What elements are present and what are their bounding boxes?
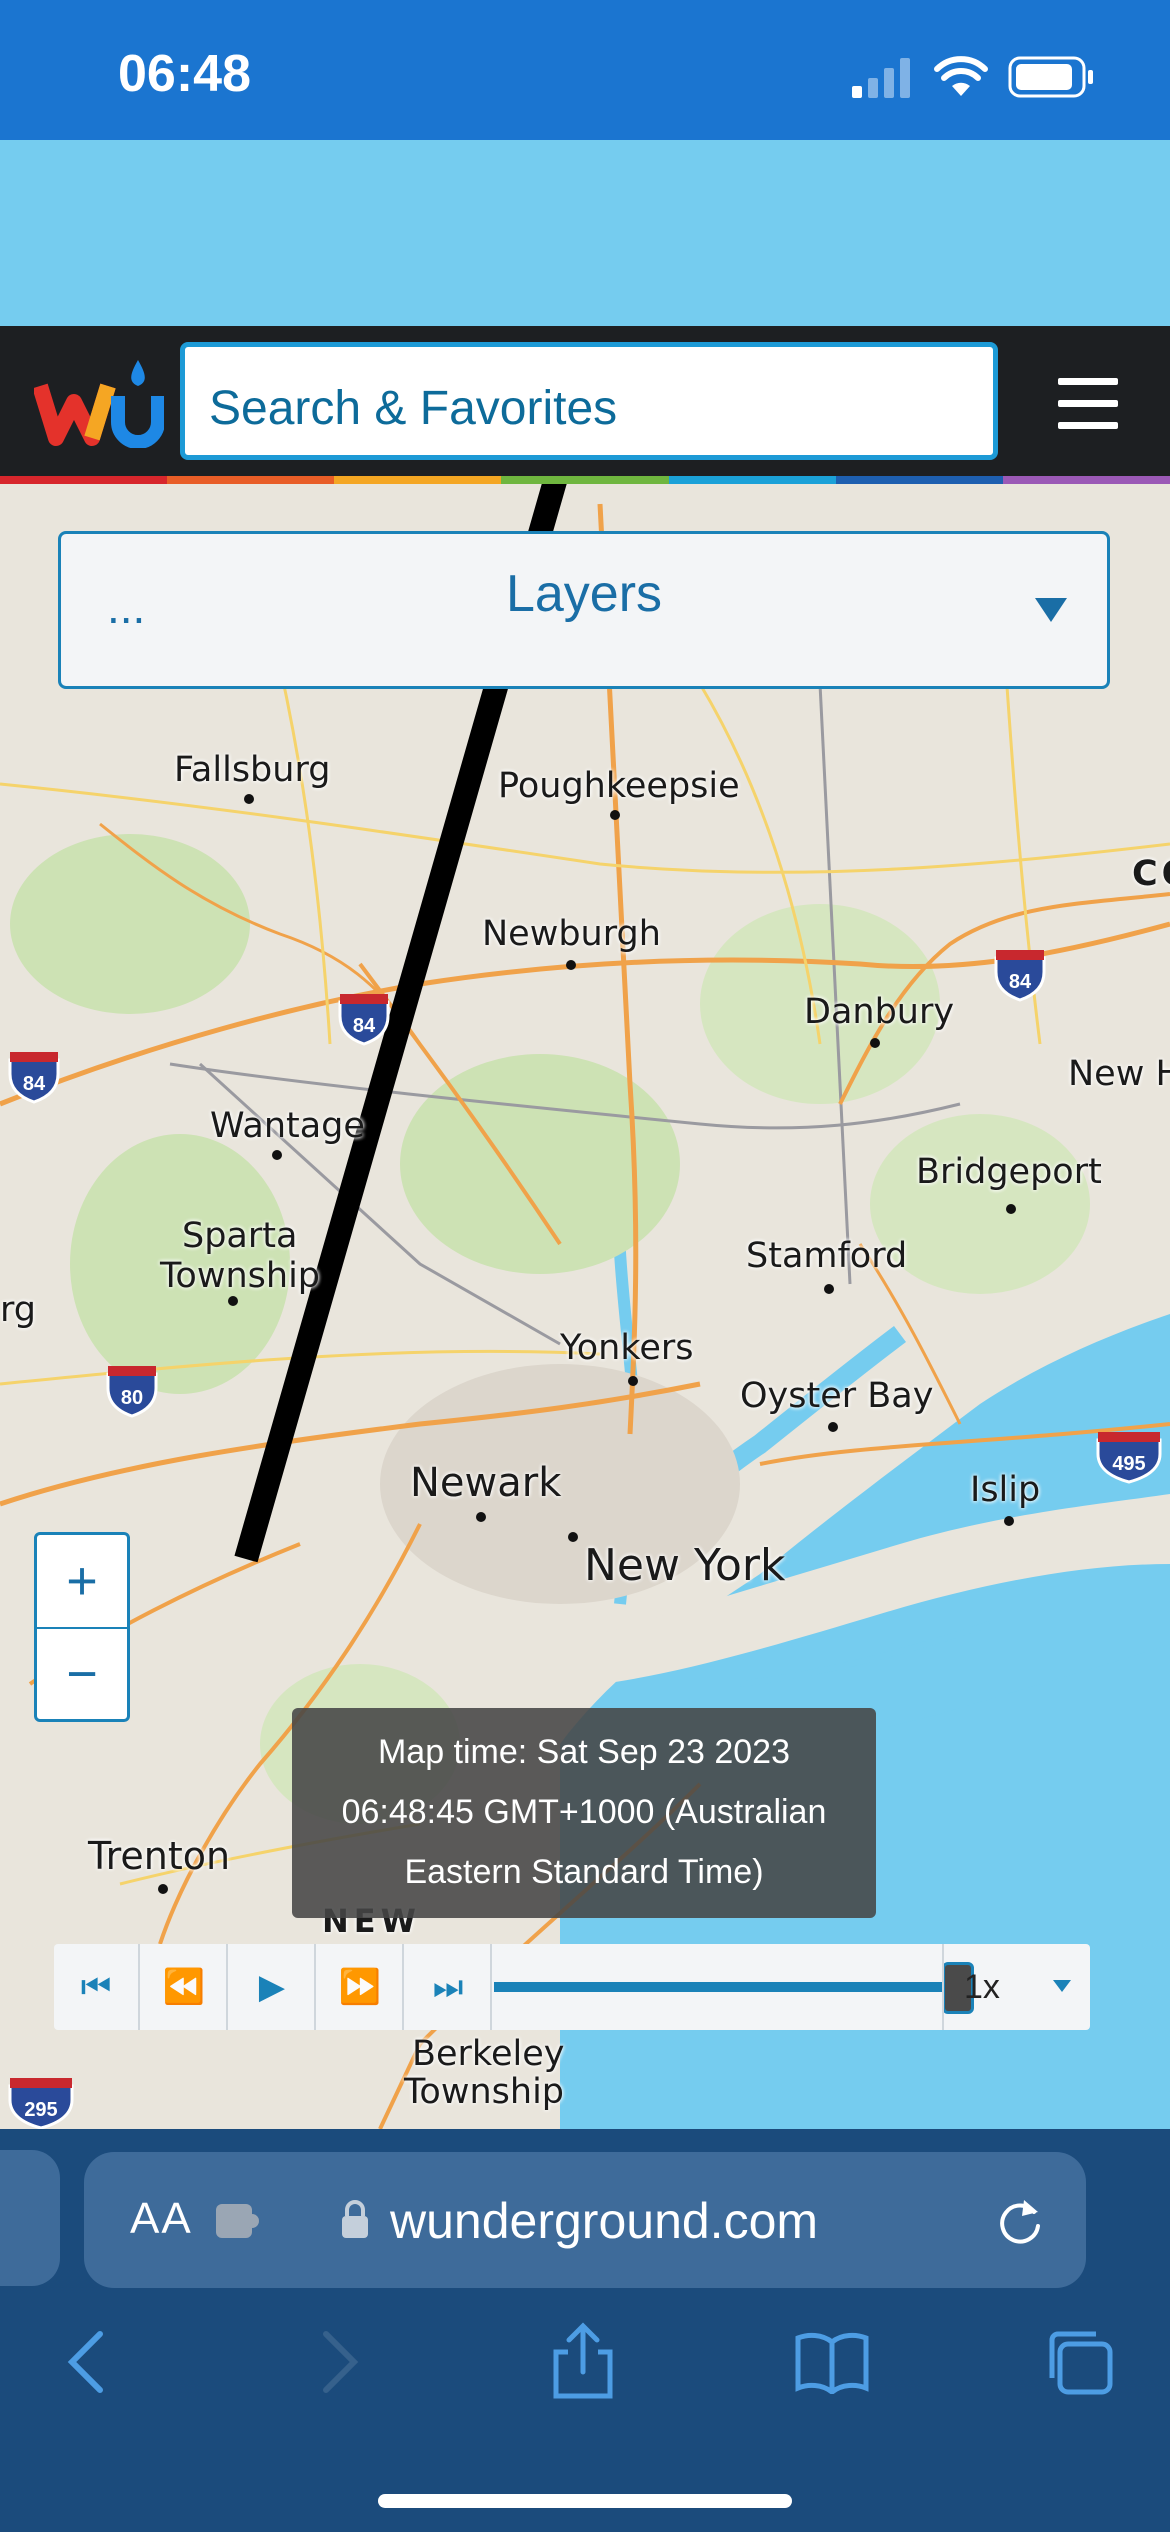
- place-label-danbury: Danbury: [804, 992, 955, 1032]
- interstate-84-shield: 84: [8, 1052, 60, 1104]
- extension-icon[interactable]: [214, 2198, 260, 2240]
- place-label-stamford: Stamford: [746, 1236, 908, 1276]
- hamburger-menu-icon[interactable]: [1058, 378, 1118, 430]
- home-indicator: [378, 2494, 792, 2508]
- step-back-button[interactable]: ⏪: [142, 1944, 228, 2030]
- shield-label: 295: [24, 2099, 57, 2121]
- skip-to-start-button[interactable]: ⏮: [54, 1944, 140, 2030]
- city-dot: [870, 1038, 880, 1048]
- timeline-fill: [494, 1982, 974, 1992]
- place-label-wantage: Wantage: [210, 1106, 365, 1146]
- rewind-icon: ⏪: [162, 1968, 206, 2006]
- city-dot: [824, 1284, 834, 1294]
- chevron-down-icon: [1053, 1980, 1071, 1992]
- speed-value: 1x: [964, 1968, 1000, 2006]
- shield-label: 84: [1009, 971, 1032, 993]
- timeline-slider[interactable]: [494, 1944, 994, 2030]
- place-label-trenton: Trenton: [88, 1834, 231, 1878]
- city-dot: [566, 960, 576, 970]
- interstate-80-shield: 80: [106, 1366, 158, 1418]
- city-dot: [1006, 1204, 1016, 1214]
- url-text[interactable]: wunderground.com: [390, 2192, 818, 2250]
- place-label-new-york: New York: [584, 1540, 786, 1591]
- play-icon: ▶: [258, 1968, 286, 2006]
- city-dot: [158, 1884, 168, 1894]
- bookmarks-icon[interactable]: [794, 2330, 870, 2394]
- map-time-line-1: Map time: Sat Sep 23 2023: [377, 1733, 791, 1771]
- speed-select[interactable]: 1x: [942, 1944, 1092, 2030]
- place-label-newburgh: Newburgh: [482, 914, 661, 954]
- tabs-icon[interactable]: [1044, 2328, 1116, 2398]
- brand-stripe: [0, 476, 1170, 484]
- city-dot: [1004, 1516, 1014, 1526]
- text-size-button[interactable]: AA: [130, 2194, 193, 2244]
- back-icon[interactable]: [64, 2330, 108, 2394]
- place-label-islip: Islip: [970, 1470, 1041, 1510]
- step-forward-button[interactable]: ⏩: [318, 1944, 404, 2030]
- previous-tab-preview[interactable]: [0, 2150, 60, 2286]
- place-label-sparta-township: Township: [160, 1256, 321, 1296]
- forward-icon[interactable]: [318, 2330, 362, 2394]
- state-label-connecticut: CO: [1132, 854, 1170, 894]
- ad-space: [0, 140, 1170, 326]
- skip-end-icon: ⏭: [432, 1967, 464, 2006]
- map-time-line-3: Eastern Standard Time): [404, 1853, 764, 1891]
- zoom-out-button[interactable]: −: [37, 1629, 127, 1719]
- interstate-495-shield: 495: [1096, 1432, 1162, 1484]
- lock-icon: [342, 2200, 368, 2238]
- play-button[interactable]: ▶: [230, 1944, 316, 2030]
- place-label-edge: rg: [0, 1290, 36, 1330]
- city-dot: [272, 1150, 282, 1160]
- place-label-newark: Newark: [410, 1460, 562, 1506]
- interstate-84-shield: 84: [338, 994, 390, 1046]
- city-dot: [828, 1422, 838, 1432]
- place-label-new-haven: New H: [1068, 1054, 1170, 1094]
- search-placeholder: Search & Favorites: [209, 382, 618, 435]
- wu-logo[interactable]: [34, 356, 164, 448]
- zoom-control: + −: [34, 1532, 130, 1722]
- interstate-84-shield: 84: [994, 950, 1046, 1002]
- place-label-berkeley-township: Township: [404, 2072, 565, 2112]
- layers-dropdown[interactable]: ... Layers: [58, 531, 1110, 689]
- city-dot: [610, 810, 620, 820]
- shield-label: 84: [23, 1073, 46, 1095]
- shield-label: 84: [353, 1015, 376, 1037]
- map-time-line-2: 06:48:45 GMT+1000 (Australian: [341, 1793, 827, 1831]
- place-label-fallsburg: Fallsburg: [174, 750, 331, 790]
- place-label-sparta: Sparta: [182, 1216, 298, 1256]
- chevron-down-icon: [1035, 598, 1067, 622]
- animation-player: ⏮ ⏪ ▶ ⏩ ⏭ 1x: [54, 1944, 1090, 2030]
- shield-label: 80: [121, 1387, 143, 1409]
- layers-title: Layers: [505, 565, 663, 623]
- battery-icon: [1008, 56, 1093, 98]
- city-dot: [628, 1376, 638, 1386]
- skip-to-end-button[interactable]: ⏭: [406, 1944, 492, 2030]
- city-dot: [228, 1296, 238, 1306]
- fast-forward-icon: ⏩: [338, 1968, 382, 2006]
- zoom-in-button[interactable]: +: [37, 1535, 127, 1629]
- shield-label: 495: [1112, 1453, 1145, 1475]
- wifi-icon: [934, 56, 988, 96]
- search-input[interactable]: Search & Favorites: [180, 342, 998, 460]
- city-dot: [568, 1532, 578, 1542]
- reload-icon[interactable]: [994, 2194, 1044, 2248]
- interstate-295-shield: 295: [8, 2078, 74, 2129]
- place-label-poughkeepsie: Poughkeepsie: [498, 766, 740, 806]
- place-label-oyster-bay: Oyster Bay: [740, 1376, 934, 1416]
- share-icon[interactable]: [550, 2322, 616, 2402]
- skip-start-icon: ⏮: [80, 1967, 112, 2006]
- place-label-berkeley: Berkeley: [412, 2034, 565, 2074]
- map-time-tooltip: Map time: Sat Sep 23 2023 06:48:45 GMT+1…: [292, 1708, 876, 1918]
- status-bar: 06:48: [0, 0, 1170, 140]
- address-bar[interactable]: AA wunderground.com: [84, 2152, 1086, 2288]
- place-label-yonkers: Yonkers: [560, 1328, 694, 1368]
- place-label-bridgeport: Bridgeport: [916, 1152, 1102, 1192]
- city-dot: [476, 1512, 486, 1522]
- cellular-signal-icon: [852, 58, 910, 98]
- city-dot: [244, 794, 254, 804]
- status-time: 06:48: [118, 45, 251, 103]
